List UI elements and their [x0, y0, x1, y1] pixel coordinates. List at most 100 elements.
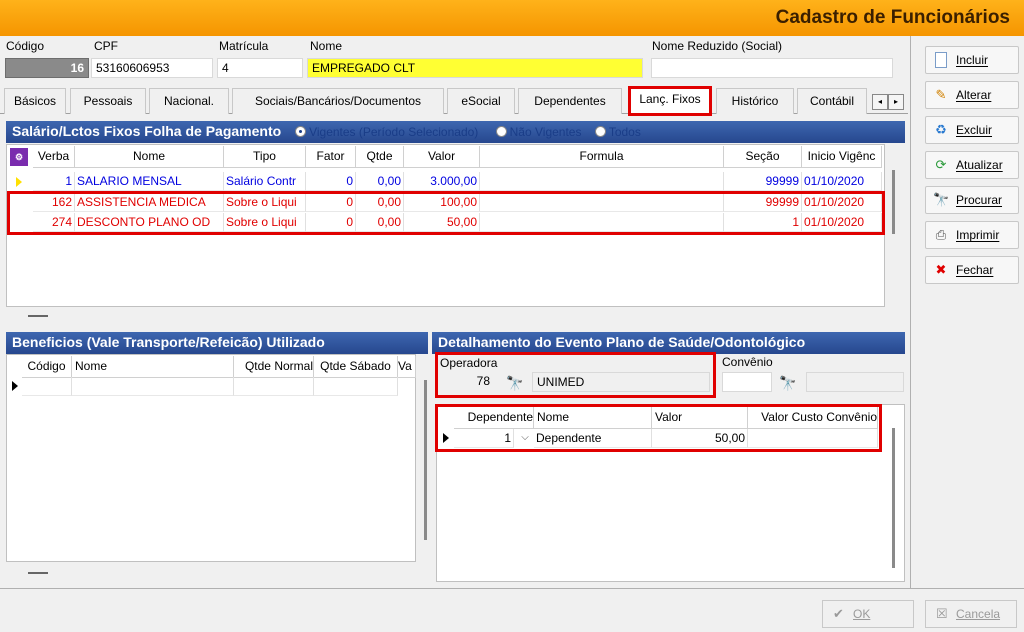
beneficios-section-title: Beneficios (Vale Transporte/Refeicão) Ut… [12, 334, 325, 350]
procurar-button[interactable]: 🔭 Procurar [925, 186, 1019, 214]
alterar-label: Alterar [956, 88, 992, 102]
checkmark-icon: ✔ [833, 606, 844, 621]
ben-row-nome[interactable] [72, 377, 234, 396]
ben-col-nome[interactable]: Nome [72, 356, 234, 378]
excluir-button[interactable]: ♻ Excluir [925, 116, 1019, 144]
sidebar-divider [910, 36, 911, 588]
atualizar-button[interactable]: ⟳ Atualizar [925, 151, 1019, 179]
radio-nao-vigentes[interactable] [495, 126, 507, 137]
col-valor[interactable]: Valor [404, 146, 480, 168]
nome-reduzido-field[interactable] [651, 58, 893, 78]
plano-section-header: Detalhamento do Evento Plano de Saúde/Od… [432, 332, 905, 354]
printer-icon: ⎙ [935, 227, 947, 242]
row1-nome[interactable]: SALARIO MENSAL [75, 172, 224, 191]
tab-dependentes[interactable]: Dependentes [518, 88, 622, 114]
row1-qtde[interactable]: 0,00 [356, 172, 404, 191]
highlight-box-rows [7, 191, 885, 235]
row-indicator-icon [16, 177, 22, 187]
col-nome[interactable]: Nome [75, 146, 224, 168]
ben-col-va[interactable]: Va [398, 356, 416, 378]
nome-label: Nome [310, 39, 343, 53]
edit-pencil-icon: ✎ [935, 87, 947, 102]
row1-secao[interactable]: 99999 [724, 172, 802, 191]
window-title: Cadastro de Funcionários [775, 7, 1010, 28]
row1-inicio[interactable]: 01/10/2020 [802, 172, 882, 191]
cpf-field[interactable]: 53160606953 [91, 58, 213, 78]
salario-scrollbar[interactable] [892, 170, 895, 234]
matricula-label: Matrícula [219, 39, 269, 53]
col-fator[interactable]: Fator [306, 146, 356, 168]
ben-col-qtde-normal[interactable]: Qtde Normal [234, 356, 314, 378]
new-document-icon [935, 52, 947, 68]
excluir-label: Excluir [956, 123, 993, 137]
col-inicio-vigencia[interactable]: Inicio Vigênc [802, 146, 882, 168]
row1-valor[interactable]: 3.000,00 [404, 172, 480, 191]
highlight-box-dependentes [435, 404, 882, 452]
cancela-label: Cancela [956, 607, 1001, 621]
tab-prev-button[interactable]: ◂ [872, 94, 888, 110]
beneficios-section-header: Beneficios (Vale Transporte/Refeicão) Ut… [6, 332, 428, 354]
incluir-label: Incluir [956, 53, 989, 67]
ben-row-qtde-sabado[interactable] [314, 377, 398, 396]
radio-nao-vigentes-label: Não Vigentes [509, 125, 582, 139]
title-bar: Cadastro de Funcionários [0, 0, 1024, 36]
ben-row-qtde-normal[interactable] [234, 377, 314, 396]
salario-section-title: Salário/Lctos Fixos Folha de Pagamento [12, 123, 282, 139]
convenio-search-icon[interactable]: 🔭 [776, 372, 800, 394]
matricula-field[interactable]: 4 [217, 58, 303, 78]
row1-fator[interactable]: 0 [306, 172, 356, 191]
col-formula[interactable]: Formula [480, 146, 724, 168]
grid-config-icon[interactable]: ⚙ [8, 146, 31, 168]
binoculars-icon: 🔭 [933, 192, 950, 207]
incluir-button[interactable]: Incluir [925, 46, 1019, 74]
ok-label: OK [853, 607, 871, 621]
col-verba[interactable]: Verba [33, 146, 75, 168]
tab-basicos[interactable]: Básicos [4, 88, 66, 114]
row1-tipo[interactable]: Salário Contr [224, 172, 306, 191]
dependentes-scrollbar[interactable] [892, 428, 895, 568]
tab-contabil[interactable]: Contábil [797, 88, 867, 114]
tab-lanc-fixos[interactable]: Lanç. Fixos [628, 86, 712, 116]
col-qtde[interactable]: Qtde [356, 146, 404, 168]
tab-next-button[interactable]: ▸ [888, 94, 904, 110]
convenio-code-field[interactable] [722, 372, 772, 392]
highlight-box-operadora [435, 352, 716, 398]
ben-row-indicator-icon [12, 381, 18, 391]
imprimir-button[interactable]: ⎙ Imprimir [925, 221, 1019, 249]
beneficios-scrollbar[interactable] [424, 380, 427, 540]
tab-nacional[interactable]: Nacional. [149, 88, 229, 114]
beneficios-splitter[interactable] [28, 572, 48, 574]
radio-vigentes-label: Vigentes (Período Selecionado) [309, 125, 479, 139]
col-secao[interactable]: Seção [724, 146, 802, 168]
plano-section-title: Detalhamento do Evento Plano de Saúde/Od… [438, 334, 806, 350]
ok-button[interactable]: ✔ OK [822, 600, 914, 628]
tab-esocial[interactable]: eSocial [447, 88, 515, 114]
refresh-icon: ⟳ [935, 157, 947, 172]
radio-vigentes[interactable] [295, 126, 307, 137]
nome-field[interactable]: EMPREGADO CLT [307, 58, 643, 78]
salario-splitter[interactable] [28, 315, 48, 317]
col-tipo[interactable]: Tipo [224, 146, 306, 168]
radio-todos[interactable] [594, 126, 606, 137]
codigo-field[interactable]: 16 [5, 58, 89, 78]
row1-verba[interactable]: 1 [33, 172, 75, 191]
tab-historico[interactable]: Histórico [716, 88, 794, 114]
ben-row-codigo[interactable] [22, 377, 72, 396]
alterar-button[interactable]: ✎ Alterar [925, 81, 1019, 109]
tab-pessoais[interactable]: Pessoais [70, 88, 146, 114]
close-window-icon: ✖ [935, 262, 947, 277]
atualizar-label: Atualizar [956, 158, 1003, 172]
imprimir-label: Imprimir [956, 228, 1000, 242]
ben-col-codigo[interactable]: Código [22, 356, 72, 378]
cpf-label: CPF [94, 39, 118, 53]
cancela-button[interactable]: ☒ Cancela [925, 600, 1017, 628]
ben-col-qtde-sabado[interactable]: Qtde Sábado [314, 356, 398, 378]
fechar-button[interactable]: ✖ Fechar [925, 256, 1019, 284]
tab-sociais[interactable]: Sociais/Bancários/Documentos [232, 88, 444, 114]
row1-formula[interactable] [480, 172, 724, 191]
recycle-bin-icon: ♻ [935, 122, 947, 137]
convenio-name-field [806, 372, 904, 392]
salario-section-header: Salário/Lctos Fixos Folha de Pagamento V… [6, 121, 905, 143]
convenio-label: Convênio [722, 355, 773, 369]
nome-reduzido-label: Nome Reduzido (Social) [652, 39, 783, 53]
